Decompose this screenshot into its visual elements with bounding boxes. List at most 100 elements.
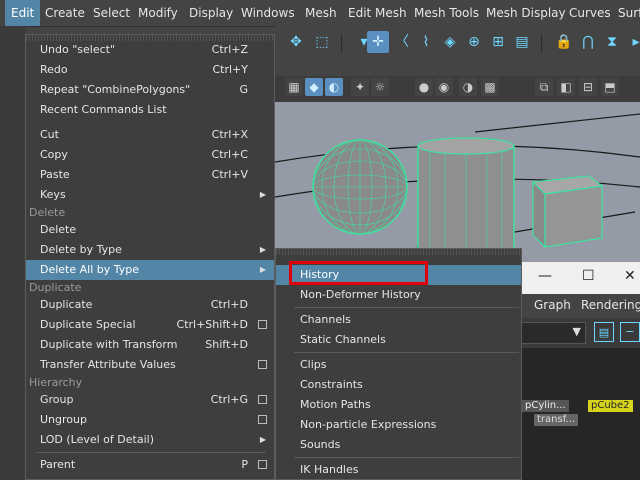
menu-graph[interactable]: Graph (534, 298, 571, 312)
snap-center-icon[interactable]: ⊕ (463, 31, 485, 53)
node-pcylinder[interactable]: pCylin... (522, 400, 569, 412)
menu-windows[interactable]: Windows (235, 0, 301, 26)
status-toolbar: ✥ ⬚ ▾ ✛ 〈 ⌇ ◈ ⊕ ⊞ ▤ 🔒 ⋂ ⧗ ▸ (275, 26, 640, 60)
menu-surfaces[interactable]: Surf (612, 0, 640, 26)
window-dropdown[interactable]: ▼ (520, 322, 586, 344)
more-icon[interactable]: ▸ (625, 31, 640, 53)
menu-item-duplicate-special[interactable]: Duplicate Special Ctrl+Shift+D (26, 315, 274, 335)
menu-mesh[interactable]: Mesh (299, 0, 343, 26)
submenu-item-non-particle-expressions[interactable]: Non-particle Expressions (276, 415, 521, 435)
menu-create[interactable]: Create (39, 0, 91, 26)
select-tool-icon[interactable]: ⬚ (311, 31, 333, 53)
cube-object (531, 175, 604, 249)
lighting-icon[interactable]: ✦ (351, 78, 369, 96)
menu-item-copy[interactable]: Copy Ctrl+C (26, 145, 274, 165)
minimize-icon[interactable]: — (538, 268, 552, 284)
film-gate-icon[interactable]: ⬒ (601, 78, 619, 96)
submenu-arrow-icon: ▶ (259, 265, 266, 274)
menu-item-duplicate-with-transform[interactable]: Duplicate with Transform Shift+D (26, 335, 274, 355)
menu-item-recent-commands[interactable]: Recent Commands List (26, 100, 274, 120)
highlight-annotation-box (289, 261, 428, 285)
ao-icon[interactable]: ◉ (435, 78, 453, 96)
menu-rendering[interactable]: Rendering (581, 298, 640, 312)
xray-icon[interactable]: ◧ (557, 78, 575, 96)
menu-item-delete-all-by-type[interactable]: Delete All by Type ▶ (26, 260, 274, 280)
menu-modify[interactable]: Modify (132, 0, 184, 26)
menu-item-delete[interactable]: Delete (26, 220, 274, 240)
menu-item-paste[interactable]: Paste Ctrl+V (26, 165, 274, 185)
node-transform[interactable]: transf... (534, 414, 579, 426)
menu-item-cut[interactable]: Cut Ctrl+X (26, 125, 274, 145)
option-box-icon[interactable] (258, 460, 267, 469)
menu-item-group[interactable]: Group Ctrl+G (26, 390, 274, 410)
main-menubar: Edit Create Select Modify Display Window… (0, 0, 640, 27)
snap-grid-icon[interactable]: ✛ (367, 31, 389, 53)
menu-item-duplicate[interactable]: Duplicate Ctrl+D (26, 295, 274, 315)
aa-icon[interactable]: ▩ (481, 78, 499, 96)
node-pcube[interactable]: pCube2 (588, 400, 633, 412)
menu-mesh-display[interactable]: Mesh Display (480, 0, 572, 26)
submenu-item-channels[interactable]: Channels (276, 310, 521, 330)
menu-edit[interactable]: Edit (5, 0, 41, 26)
toolbar-separator (541, 34, 542, 52)
menu-select[interactable]: Select (87, 0, 136, 26)
submenu-item-non-deformer-history[interactable]: Non-Deformer History (276, 285, 521, 305)
menu-item-delete-by-type[interactable]: Delete by Type ▶ (26, 240, 274, 260)
snap-curve-icon[interactable]: 〈 (391, 31, 413, 53)
submenu-item-constraints[interactable]: Constraints (276, 375, 521, 395)
sun-icon[interactable]: ☼ (371, 78, 389, 96)
submenu-item-ik-handles[interactable]: IK Handles (276, 460, 521, 480)
left-panel (0, 26, 25, 480)
magnet-icon[interactable]: ⋂ (577, 31, 599, 53)
option-box-icon[interactable] (258, 320, 267, 329)
menu-item-undo[interactable]: Undo "select" Ctrl+Z (26, 40, 274, 60)
symmetry-icon[interactable]: ⧗ (601, 31, 623, 53)
menu-item-ungroup[interactable]: Ungroup (26, 410, 274, 430)
submenu-item-motion-paths[interactable]: Motion Paths (276, 395, 521, 415)
isolate-icon[interactable]: ⧉ (535, 78, 553, 96)
menu-item-parent[interactable]: Parent P (26, 455, 274, 475)
menu-item-repeat[interactable]: Repeat "CombinePolygons" G (26, 80, 274, 100)
chevron-down-icon: ▼ (572, 325, 581, 338)
submenu-item-static-channels[interactable]: Static Channels (276, 330, 521, 350)
smooth-shade-icon[interactable]: ◆ (305, 78, 323, 96)
render-icon[interactable]: ▤ (511, 31, 533, 53)
dependency-graph: pCylin... pCube2 transf... (520, 348, 640, 480)
option-box-icon[interactable] (258, 415, 267, 424)
collapse-icon[interactable]: − (620, 322, 640, 342)
lock-icon[interactable]: 🔒 (553, 31, 575, 53)
snap-surface-icon[interactable]: ⊞ (487, 31, 509, 53)
maximize-icon[interactable]: ☐ (582, 268, 595, 284)
shadow-icon[interactable]: ● (415, 78, 433, 96)
lasso-select-icon[interactable]: ✥ (285, 31, 307, 53)
menu-item-redo[interactable]: Redo Ctrl+Y (26, 60, 274, 80)
sphere-object (312, 139, 408, 235)
layout-icon[interactable]: ▤ (594, 322, 614, 342)
menu-item-keys[interactable]: Keys ▶ (26, 185, 274, 205)
3d-viewport[interactable] (275, 102, 640, 262)
tearoff-handle[interactable] (276, 249, 521, 255)
menu-item-lod[interactable]: LOD (Level of Detail) ▶ (26, 430, 274, 450)
option-box-icon[interactable] (258, 360, 267, 369)
window-titlebar: — ☐ ✕ (520, 262, 640, 294)
wireframe-icon[interactable]: ▦ (285, 78, 303, 96)
submenu-item-sounds[interactable]: Sounds (276, 435, 521, 455)
menu-edit-mesh[interactable]: Edit Mesh (342, 0, 413, 26)
option-box-icon[interactable] (258, 395, 267, 404)
motion-blur-icon[interactable]: ◑ (459, 78, 477, 96)
menu-display[interactable]: Display (183, 0, 239, 26)
menu-mesh-tools[interactable]: Mesh Tools (408, 0, 485, 26)
window-menubar: Graph Rendering (520, 294, 640, 318)
menu-curves[interactable]: Curves (563, 0, 617, 26)
submenu-arrow-icon: ▶ (259, 190, 266, 199)
submenu-item-clips[interactable]: Clips (276, 355, 521, 375)
close-icon[interactable]: ✕ (624, 268, 636, 284)
menu-divider (294, 307, 519, 308)
grid-toggle-icon[interactable]: ⊟ (579, 78, 597, 96)
snap-point-icon[interactable]: ⌇ (415, 31, 437, 53)
snap-plane-icon[interactable]: ◈ (439, 31, 461, 53)
submenu-arrow-icon: ▶ (259, 245, 266, 254)
submenu-arrow-icon: ▶ (259, 435, 266, 444)
textured-icon[interactable]: ◐ (325, 78, 343, 96)
menu-item-transfer-attribute-values[interactable]: Transfer Attribute Values (26, 355, 274, 375)
